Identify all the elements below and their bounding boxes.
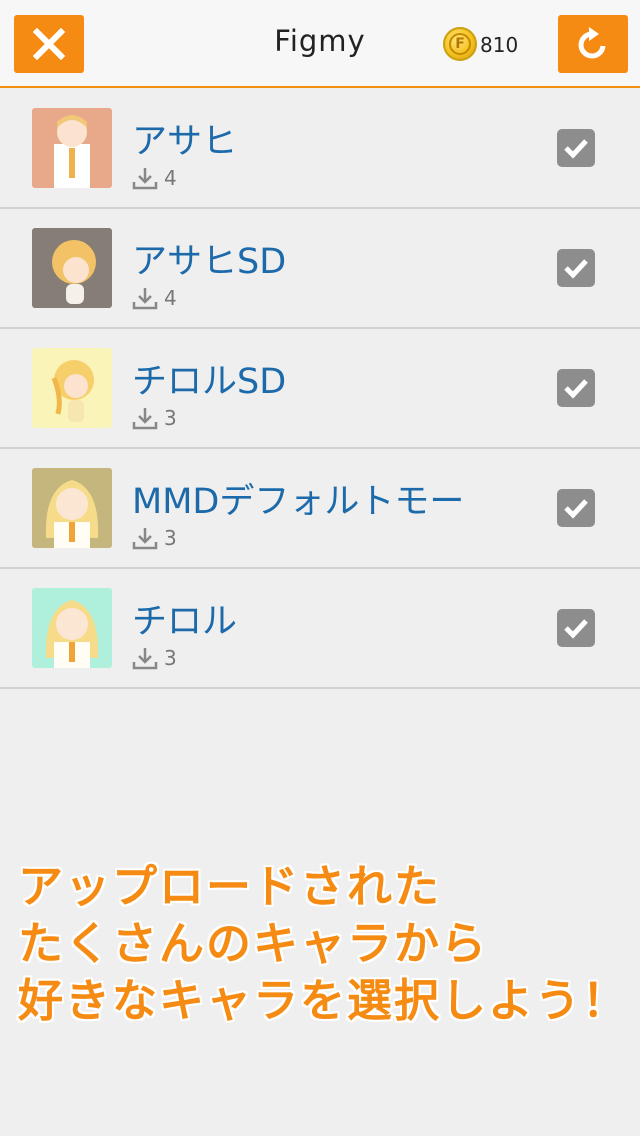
download-count-value: 3	[164, 526, 177, 550]
select-checkbox[interactable]	[557, 609, 595, 647]
download-count-value: 4	[164, 286, 177, 310]
character-name: チロル	[132, 602, 238, 642]
character-thumbnail	[32, 468, 112, 548]
promo-line: アップロードされた	[18, 860, 442, 913]
refresh-icon	[578, 27, 606, 59]
list-item[interactable]: アサヒ 4	[0, 89, 640, 209]
download-count: 4	[132, 285, 177, 311]
select-checkbox[interactable]	[557, 129, 595, 167]
promo-line: 好きなキャラを選択しよう！	[18, 974, 630, 1027]
promo-line: たくさんのキャラから	[18, 917, 489, 970]
page-title: Figmy	[274, 24, 366, 58]
list-item[interactable]: チロルSD 3	[0, 329, 640, 449]
download-count: 3	[132, 525, 177, 551]
character-thumbnail	[32, 228, 112, 308]
refresh-button[interactable]	[558, 15, 628, 73]
list-item[interactable]: アサヒSD 4	[0, 209, 640, 329]
download-count-value: 3	[164, 406, 177, 430]
download-count: 3	[132, 645, 177, 671]
list-item[interactable]: チロル 3	[0, 569, 640, 689]
download-count: 3	[132, 405, 177, 431]
character-name: アサヒSD	[132, 242, 287, 282]
download-icon	[132, 168, 158, 190]
checkmark-icon	[564, 259, 588, 279]
character-list: アサヒ 4 アサヒSD 4 チロルSD 3 MMDデフォルトモー 3 チロル 3	[0, 89, 640, 689]
checkmark-icon	[564, 499, 588, 519]
character-thumbnail	[32, 588, 112, 668]
checkmark-icon	[564, 619, 588, 639]
download-count: 4	[132, 165, 177, 191]
character-name: チロルSD	[132, 362, 287, 402]
select-checkbox[interactable]	[557, 489, 595, 527]
character-thumbnail	[32, 348, 112, 428]
coin-count: 810	[480, 33, 519, 57]
character-name: MMDデフォルトモー	[132, 482, 465, 522]
checkmark-icon	[564, 379, 588, 399]
app-header: Figmy F 810	[0, 0, 640, 88]
coin-letter: F	[449, 33, 471, 55]
checkmark-icon	[564, 139, 588, 159]
character-thumbnail	[32, 108, 112, 188]
list-item[interactable]: MMDデフォルトモー 3	[0, 449, 640, 569]
select-checkbox[interactable]	[557, 249, 595, 287]
coin-icon: F	[443, 27, 477, 61]
download-count-value: 3	[164, 646, 177, 670]
download-icon	[132, 528, 158, 550]
download-icon	[132, 408, 158, 430]
download-count-value: 4	[164, 166, 177, 190]
download-icon	[132, 648, 158, 670]
select-checkbox[interactable]	[557, 369, 595, 407]
promo-caption: アップロードされた たくさんのキャラから 好きなキャラを選択しよう！	[18, 858, 628, 1029]
download-icon	[132, 288, 158, 310]
character-name: アサヒ	[132, 122, 238, 162]
